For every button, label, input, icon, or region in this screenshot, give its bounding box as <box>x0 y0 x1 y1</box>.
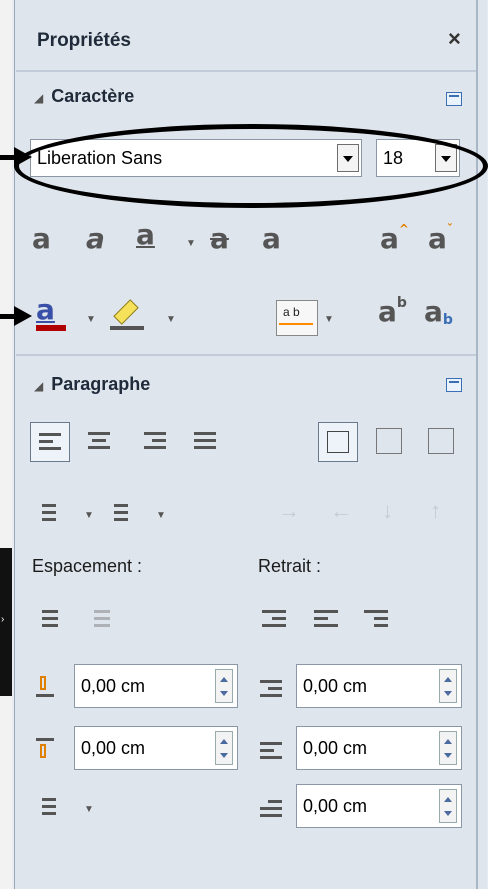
after-indent-value: 0,00 cm <box>303 738 368 758</box>
grow-font-icon[interactable]: a^ <box>380 222 409 255</box>
before-indent-value: 0,00 cm <box>303 676 368 696</box>
chevron-down-icon[interactable]: ▼ <box>86 314 96 325</box>
spin-arrows[interactable] <box>439 731 457 765</box>
collapse-triangle-icon: ◢ <box>34 379 44 393</box>
align-justify-button[interactable] <box>192 428 218 454</box>
panel-title: Propriétés <box>37 30 131 51</box>
highlight-icon[interactable] <box>110 298 150 334</box>
more-options-icon[interactable] <box>446 92 462 106</box>
chevron-down-icon[interactable]: ▼ <box>156 510 166 521</box>
align-right-button[interactable] <box>142 428 168 454</box>
dock-collapse-tab[interactable]: › <box>0 548 12 696</box>
chevron-down-icon[interactable]: ▼ <box>84 510 94 521</box>
italic-icon[interactable]: a <box>86 222 105 255</box>
move-right-icon: → <box>278 498 300 523</box>
espacement-label: Espacement : <box>32 556 143 576</box>
first-line-indent-icon <box>258 794 284 820</box>
move-down-icon: ↓ <box>382 498 393 523</box>
separator <box>16 70 476 72</box>
panel-divider <box>476 0 478 889</box>
valign-center-button[interactable] <box>376 428 402 454</box>
move-up-icon: ↑ <box>430 498 441 523</box>
annotation-ellipse <box>14 124 488 208</box>
dock-strip <box>0 0 12 889</box>
below-spacing-field[interactable]: 0,00 cm <box>74 726 238 770</box>
section-header-paragraphe[interactable]: ◢ Paragraphe <box>34 374 150 395</box>
bold-icon[interactable]: a <box>32 222 51 255</box>
line-spacing-icon[interactable] <box>32 794 58 820</box>
retrait-label: Retrait : <box>258 556 322 576</box>
increase-indent-icon[interactable] <box>262 606 288 632</box>
below-spacing-icon <box>32 736 58 762</box>
chevron-down-icon[interactable]: ▼ <box>84 804 94 815</box>
below-spacing-value: 0,00 cm <box>81 738 146 758</box>
font-color-swatch <box>36 325 66 331</box>
before-indent-icon <box>258 674 284 700</box>
before-indent-field[interactable]: 0,00 cm <box>296 664 462 708</box>
underline-icon[interactable]: a <box>136 218 155 251</box>
chevron-down-icon[interactable]: ▼ <box>324 314 334 325</box>
section-header-caractere[interactable]: ◢ Caractère <box>34 86 134 107</box>
more-options-icon[interactable] <box>446 378 462 392</box>
align-center-button[interactable] <box>86 428 112 454</box>
bullet-list-icon[interactable] <box>32 500 58 526</box>
move-left-icon: ← <box>330 498 352 523</box>
spacing-glyph: a b <box>283 305 300 319</box>
close-icon[interactable]: × <box>448 26 461 52</box>
first-line-indent-field[interactable]: 0,00 cm <box>296 784 462 828</box>
highlighter-pen <box>113 299 139 325</box>
after-indent-icon <box>258 736 284 762</box>
above-spacing-field[interactable]: 0,00 cm <box>74 664 238 708</box>
character-spacing-icon[interactable]: a b <box>276 300 318 336</box>
shrink-font-icon[interactable]: aˇ <box>428 222 453 255</box>
annotation-arrow-head <box>14 306 32 326</box>
spin-arrows[interactable] <box>439 789 457 823</box>
strikethrough-icon[interactable]: a <box>210 222 229 255</box>
above-spacing-value: 0,00 cm <box>81 676 146 696</box>
above-spacing-icon <box>32 674 58 700</box>
after-indent-field[interactable]: 0,00 cm <box>296 726 462 770</box>
section-title-caractere: Caractère <box>51 86 135 106</box>
spin-arrows[interactable] <box>439 669 457 703</box>
valign-top-button[interactable] <box>318 422 358 462</box>
spin-arrows[interactable] <box>215 669 233 703</box>
numbered-list-icon[interactable] <box>104 500 130 526</box>
annotation-arrow-head <box>14 147 32 167</box>
chevron-down-icon[interactable]: ▼ <box>166 314 176 325</box>
font-color-icon[interactable]: a <box>32 293 70 335</box>
decrease-spacing-icon <box>86 606 112 632</box>
superscript-icon[interactable]: ab <box>378 295 407 328</box>
spacing-arrow <box>279 323 313 325</box>
chevron-right-icon: › <box>1 614 5 625</box>
increase-spacing-icon[interactable] <box>34 606 60 632</box>
chevron-down-icon[interactable]: ▼ <box>186 238 196 249</box>
first-line-indent-value: 0,00 cm <box>303 796 368 816</box>
subscript-icon[interactable]: ab <box>424 295 453 328</box>
decrease-indent-icon[interactable] <box>314 606 340 632</box>
font-color-glyph: a <box>36 293 55 326</box>
separator <box>16 354 476 356</box>
hanging-indent-icon[interactable] <box>364 606 390 632</box>
collapse-triangle-icon: ◢ <box>34 91 44 105</box>
shadow-icon[interactable]: a <box>262 222 281 255</box>
spin-arrows[interactable] <box>215 731 233 765</box>
section-title-paragraphe: Paragraphe <box>51 374 151 394</box>
align-left-button[interactable] <box>30 422 70 462</box>
valign-bottom-button[interactable] <box>428 428 454 454</box>
highlight-swatch <box>110 326 144 330</box>
